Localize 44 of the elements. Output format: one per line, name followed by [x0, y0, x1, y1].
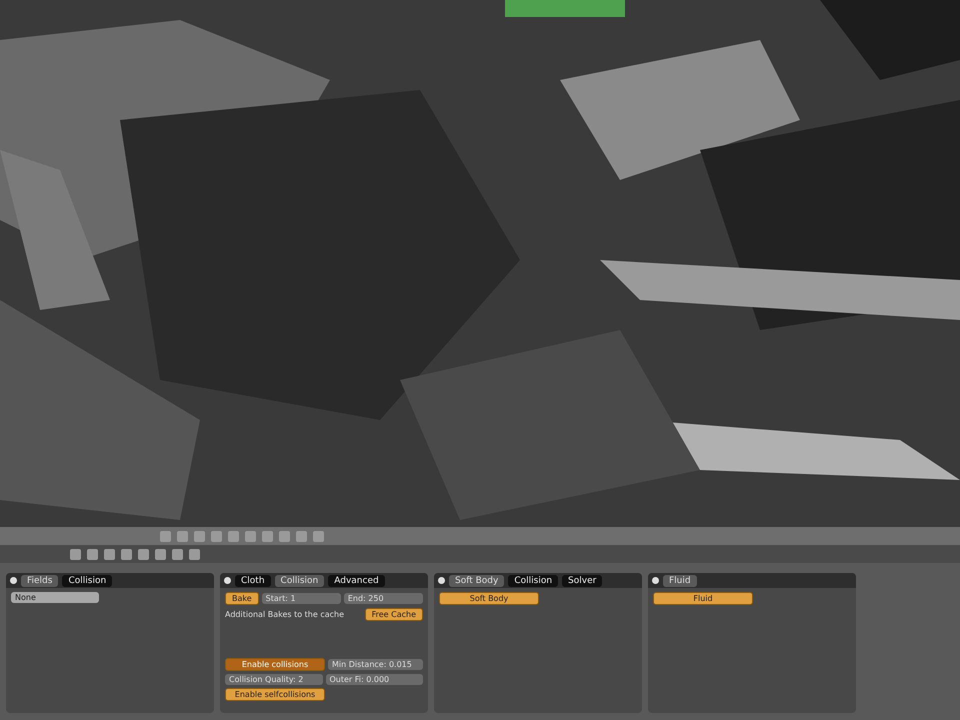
- square-icon[interactable]: [138, 548, 149, 560]
- panel-tab[interactable]: Collision: [62, 574, 112, 586]
- collapse-icon[interactable]: [10, 577, 17, 584]
- square-icon[interactable]: [172, 548, 183, 560]
- square-icon[interactable]: [160, 530, 171, 542]
- panel-tab[interactable]: Solver: [562, 574, 602, 586]
- square-icon[interactable]: [104, 548, 115, 560]
- square-icon[interactable]: [121, 548, 132, 560]
- panel-tab[interactable]: Soft Body: [449, 574, 504, 586]
- square-icon[interactable]: [194, 530, 205, 542]
- square-icon[interactable]: [245, 530, 256, 542]
- number-field[interactable]: Collision Quality: 2: [225, 674, 322, 685]
- square-icon[interactable]: [211, 530, 222, 542]
- square-icon[interactable]: [313, 530, 324, 542]
- number-field[interactable]: End: 250: [344, 593, 424, 604]
- panel-tab[interactable]: Collision: [274, 574, 324, 586]
- square-icon[interactable]: [177, 530, 188, 542]
- square-icon[interactable]: [70, 548, 81, 560]
- toggle-button[interactable]: Soft Body: [439, 592, 539, 605]
- square-icon[interactable]: [87, 548, 98, 560]
- toggle-button[interactable]: Enable selfcollisions: [225, 688, 325, 701]
- square-icon[interactable]: [279, 530, 290, 542]
- panel-tab[interactable]: Fields: [21, 574, 58, 586]
- action-button[interactable]: Bake: [225, 592, 259, 605]
- collapse-icon[interactable]: [224, 577, 231, 584]
- collapse-icon[interactable]: [652, 577, 659, 584]
- number-field[interactable]: Outer Fi: 0.000: [326, 674, 423, 685]
- label-text: Additional Bakes to the cache: [225, 610, 346, 619]
- dropdown[interactable]: None: [11, 592, 99, 603]
- collapse-icon[interactable]: [438, 577, 445, 584]
- square-icon[interactable]: [228, 530, 239, 542]
- number-field[interactable]: Min Distance: 0.015: [328, 659, 423, 670]
- square-icon[interactable]: [155, 548, 166, 560]
- panel-tab[interactable]: Collision: [508, 574, 558, 586]
- panel-tab[interactable]: Fluid: [663, 574, 697, 586]
- square-icon[interactable]: [189, 548, 200, 560]
- panel-tab[interactable]: Advanced: [328, 574, 385, 586]
- toggle-button[interactable]: Enable collisions: [225, 658, 325, 671]
- square-icon[interactable]: [296, 530, 307, 542]
- toggle-button[interactable]: Fluid: [653, 592, 753, 605]
- panel-tab[interactable]: Cloth: [235, 574, 271, 586]
- action-button[interactable]: Free Cache: [364, 608, 423, 621]
- square-icon[interactable]: [262, 530, 273, 542]
- number-field[interactable]: Start: 1: [262, 593, 341, 604]
